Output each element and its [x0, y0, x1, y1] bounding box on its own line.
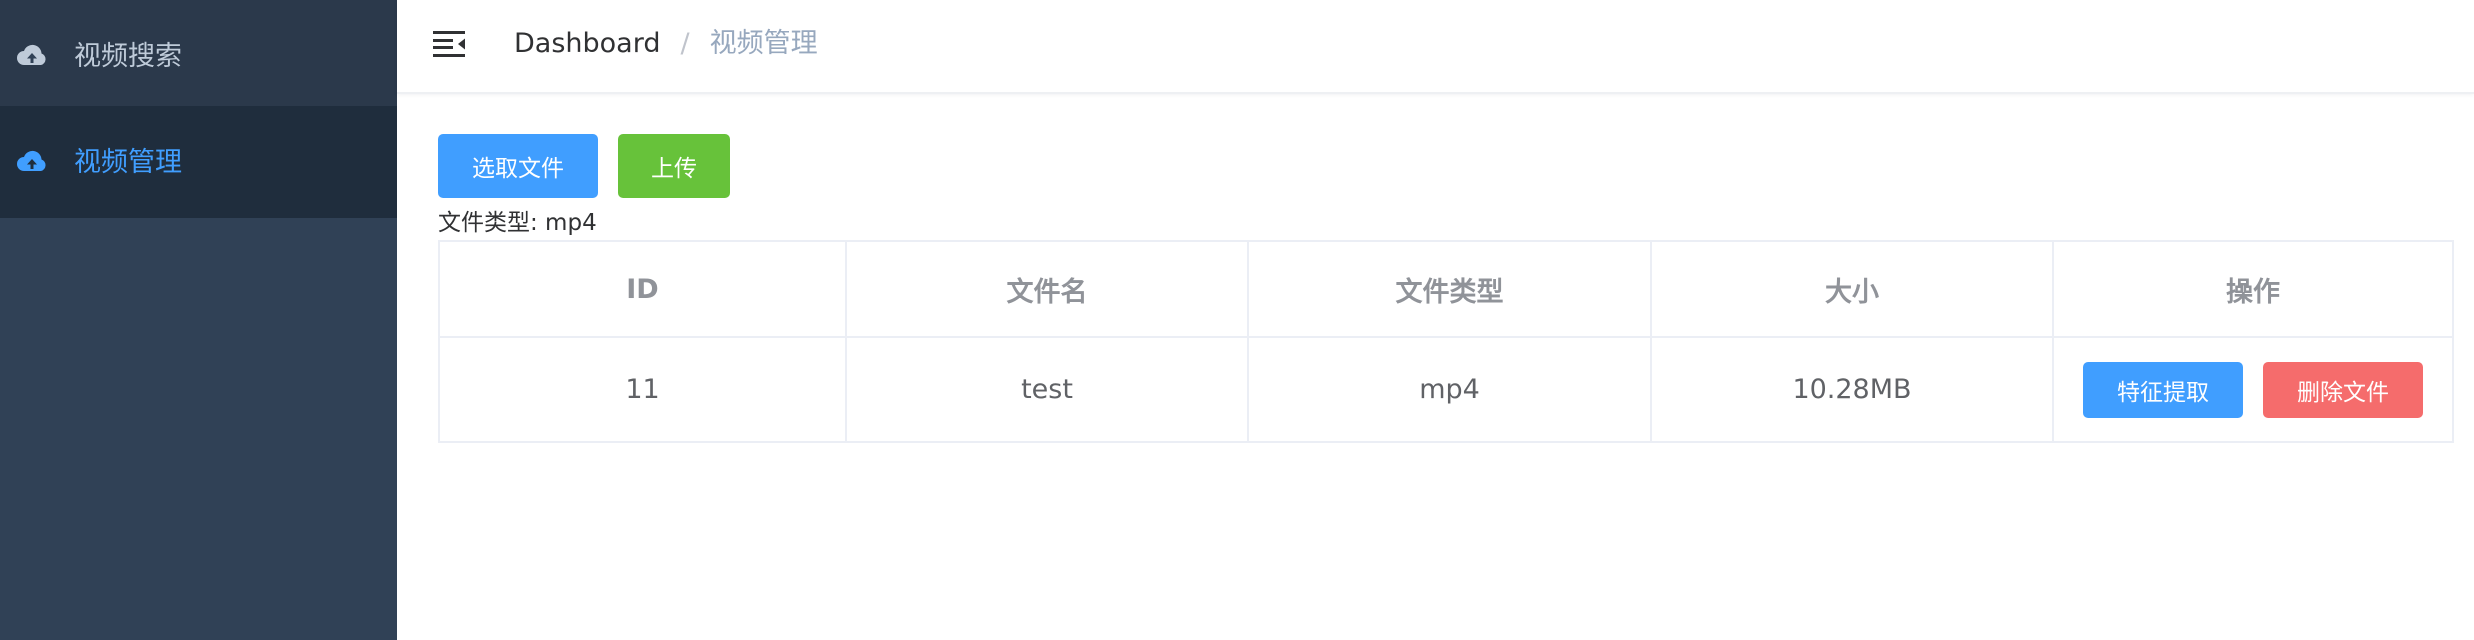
breadcrumb-separator: /: [680, 28, 690, 59]
hamburger-icon[interactable]: [432, 28, 466, 60]
sidebar-item-video-management[interactable]: 视频管理: [0, 106, 397, 218]
file-table: ID 文件名 文件类型 大小 操作 11 test mp4 10.28MB 特征…: [438, 240, 2454, 443]
delete-file-button[interactable]: 删除文件: [2263, 361, 2423, 418]
upload-button[interactable]: 上传: [618, 134, 730, 198]
breadcrumb-current: 视频管理: [709, 28, 818, 59]
cell-filetype: mp4: [1249, 338, 1652, 441]
header-size: 大小: [1652, 242, 2054, 336]
sidebar-item-label: 视频管理: [74, 146, 182, 178]
extract-features-button[interactable]: 特征提取: [2083, 361, 2243, 418]
breadcrumb-dashboard[interactable]: Dashboard: [514, 28, 660, 60]
table-header-row: ID 文件名 文件类型 大小 操作: [440, 242, 2452, 338]
sidebar-item-video-search[interactable]: 视频搜索: [0, 0, 397, 112]
cell-actions: 特征提取 删除文件: [2054, 338, 2452, 441]
breadcrumb: Dashboard / 视频管理: [514, 28, 818, 60]
cell-id: 11: [440, 338, 847, 441]
header-filetype: 文件类型: [1249, 242, 1652, 336]
sidebar: 视频搜索 视频管理: [0, 0, 397, 640]
navbar: Dashboard / 视频管理: [397, 0, 2474, 94]
header-actions: 操作: [2226, 276, 2280, 308]
header-id: ID: [440, 242, 847, 336]
cloud-upload-icon: [17, 44, 46, 65]
file-type-hint: 文件类型: mp4: [438, 210, 597, 236]
header-filename: 文件名: [847, 242, 1249, 336]
cloud-upload-icon: [17, 150, 46, 171]
sidebar-item-label: 视频搜索: [74, 40, 182, 72]
cell-size: 10.28MB: [1652, 338, 2054, 441]
table-row: 11 test mp4 10.28MB 特征提取 删除文件: [440, 338, 2452, 441]
cell-filename: test: [847, 338, 1249, 441]
select-file-button[interactable]: 选取文件: [438, 134, 598, 198]
